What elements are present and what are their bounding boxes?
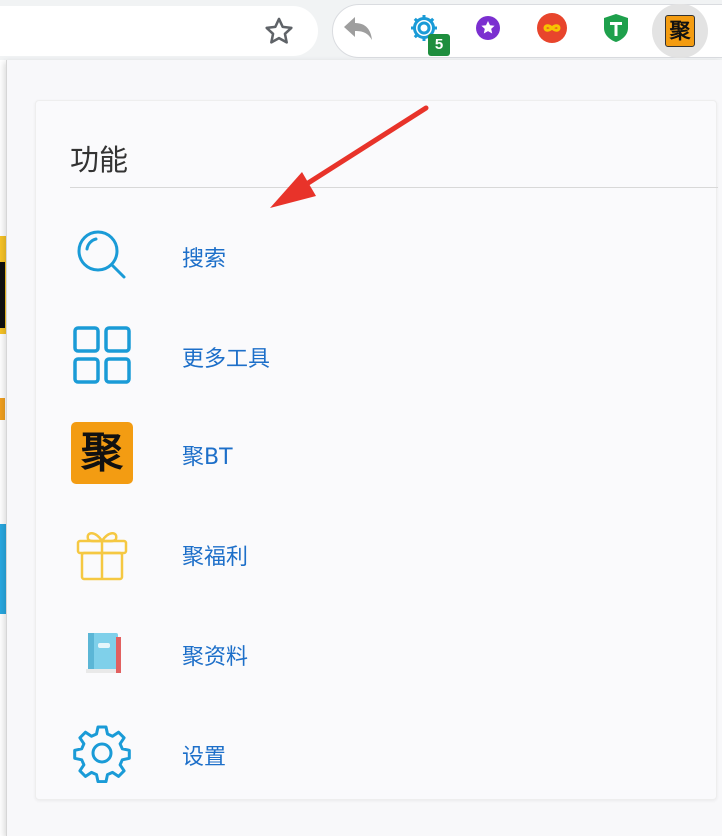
menu-item-label: 聚福利 xyxy=(182,545,249,570)
annotation-arrow-icon xyxy=(270,105,429,208)
grid-icon xyxy=(70,323,134,387)
settings-gear-icon xyxy=(70,721,134,785)
menu-item-label: 聚BT xyxy=(182,445,233,470)
menu-item-label: 更多工具 xyxy=(182,347,271,372)
menu-item-more-tools[interactable]: 更多工具 xyxy=(70,323,670,403)
menu-item-label: 搜索 xyxy=(182,247,227,272)
menu-item-ju-bt[interactable]: 聚 聚BT xyxy=(70,421,670,501)
ju-glyph: 聚 xyxy=(71,422,133,484)
card-title: 功能 xyxy=(70,143,129,177)
menu-item-label: 聚资料 xyxy=(182,645,249,670)
book-icon xyxy=(70,621,134,685)
browser-toolbar: 5 聚 xyxy=(0,0,722,60)
star-icon[interactable] xyxy=(262,14,296,48)
menu-item-search[interactable]: 搜索 xyxy=(70,223,670,303)
menu-item-ju-materials[interactable]: 聚资料 xyxy=(70,621,670,701)
menu-item-ju-welfare[interactable]: 聚福利 xyxy=(70,521,670,601)
background-page-fragment xyxy=(0,398,5,420)
ju-extension-button[interactable]: 聚 xyxy=(652,4,708,58)
search-icon xyxy=(70,223,134,287)
ju-icon: 聚 xyxy=(70,421,134,485)
back-arrow-icon[interactable] xyxy=(340,10,376,46)
ju-icon: 聚 xyxy=(665,15,695,47)
menu-item-label: 设置 xyxy=(182,745,227,770)
purple-star-icon[interactable] xyxy=(470,10,506,46)
extension-count-badge: 5 xyxy=(428,34,450,56)
menu-item-settings[interactable]: 设置 xyxy=(70,721,670,801)
infinity-icon[interactable] xyxy=(534,10,570,46)
gift-icon xyxy=(70,521,134,585)
background-page-fragment xyxy=(0,262,5,328)
shield-t-icon[interactable] xyxy=(598,10,634,46)
